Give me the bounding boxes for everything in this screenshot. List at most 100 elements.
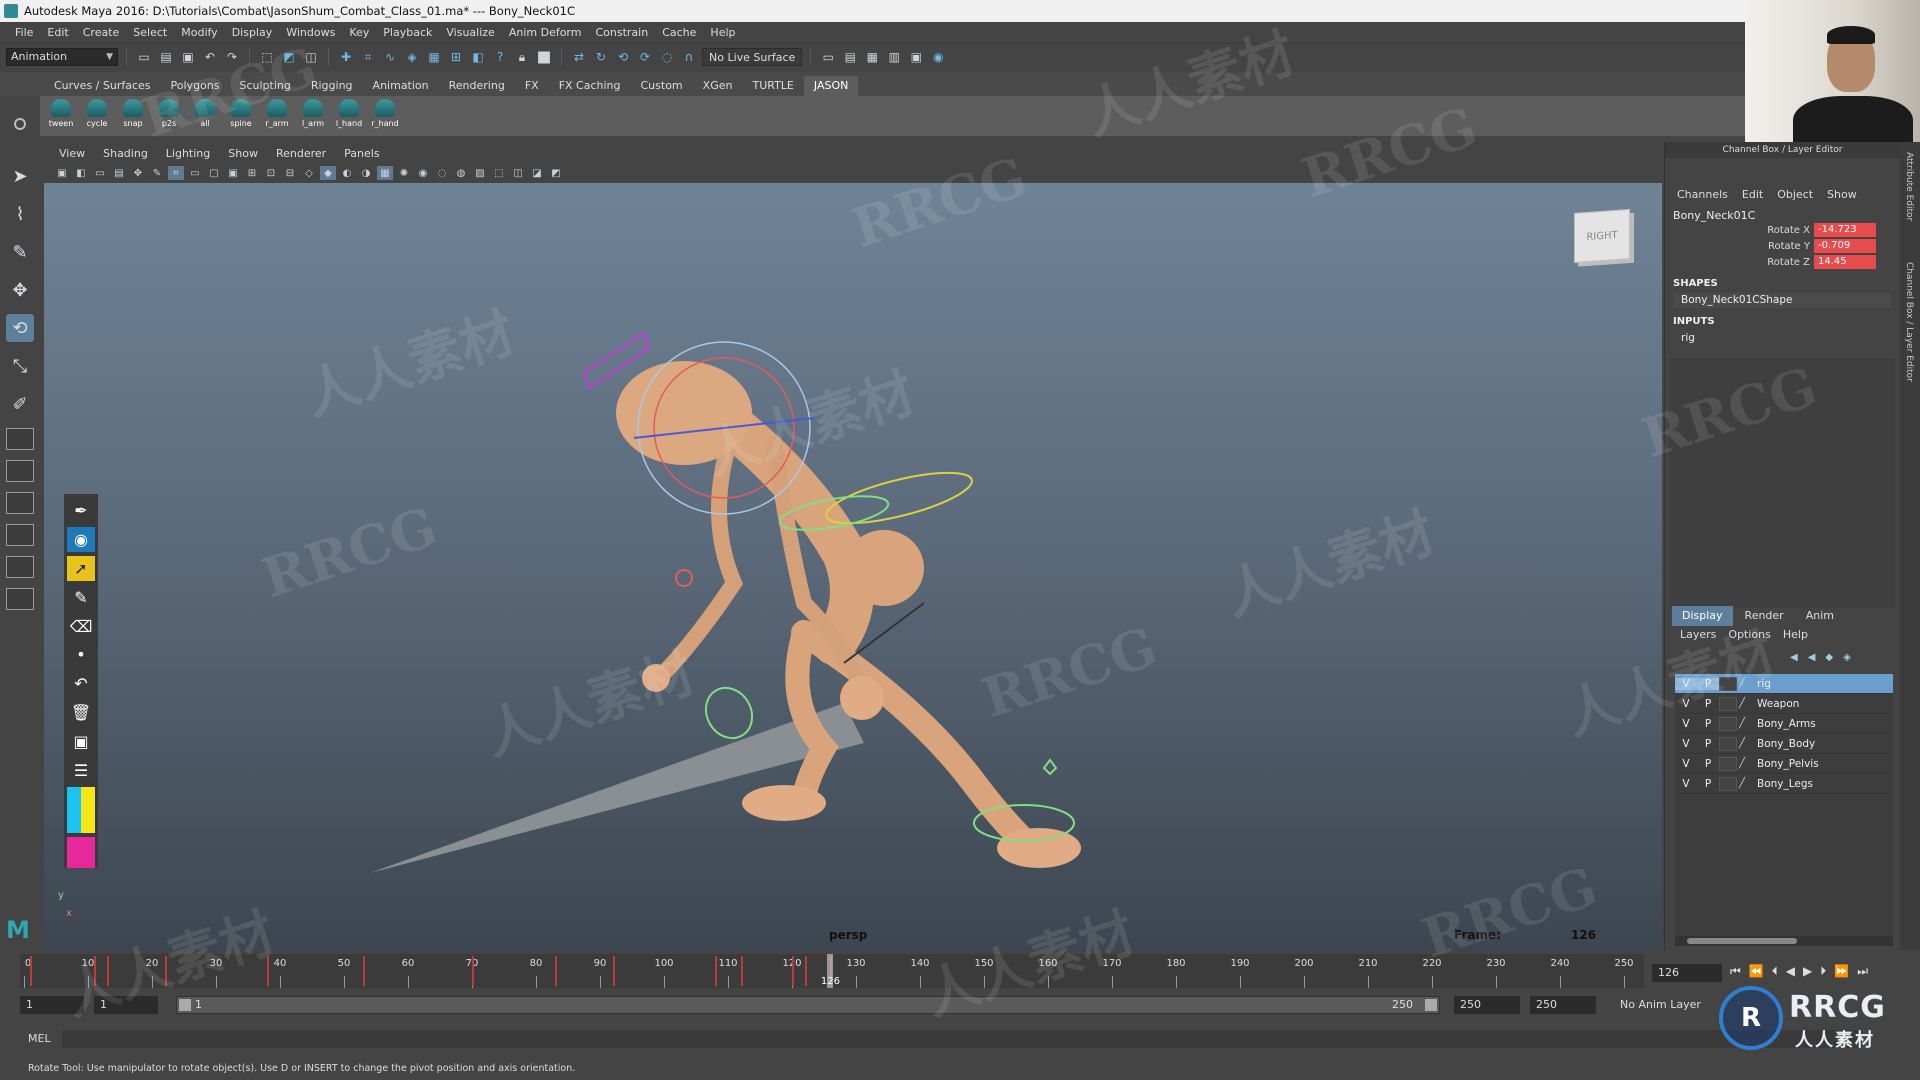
step-forward-key-icon[interactable]: ⏩ xyxy=(1834,964,1849,979)
layer-edit-icon[interactable]: ╱ xyxy=(1739,698,1753,709)
snap-point-icon[interactable]: ◈ xyxy=(403,48,421,66)
layer-editor-scrollbar[interactable] xyxy=(1675,936,1893,946)
panel-menu-shading[interactable]: Shading xyxy=(94,147,157,160)
playback-start-field[interactable]: 1 xyxy=(94,996,158,1014)
layer-visibility-toggle[interactable]: V xyxy=(1675,698,1697,710)
camera-attributes-icon[interactable]: ◧ xyxy=(73,166,89,180)
menu-anim-deform[interactable]: Anim Deform xyxy=(502,26,589,39)
help-icon[interactable]: ? xyxy=(491,48,509,66)
shelf-button-snap[interactable]: snap xyxy=(118,96,148,134)
keyframe-marker[interactable] xyxy=(164,956,167,986)
layer-color-swatch[interactable] xyxy=(1719,676,1737,691)
channel-value[interactable]: -0.709 xyxy=(1814,239,1876,253)
range-end-handle[interactable] xyxy=(1425,999,1437,1011)
panel-menu-lighting[interactable]: Lighting xyxy=(157,147,219,160)
select-component-icon[interactable]: ◫ xyxy=(302,48,320,66)
camera-snapshot-icon[interactable]: ▣ xyxy=(67,729,95,754)
color-swatch[interactable] xyxy=(67,786,95,834)
layer-playback-toggle[interactable]: P xyxy=(1697,738,1719,750)
shelf-button-l-hand[interactable]: l_hand xyxy=(334,96,364,134)
menu-select[interactable]: Select xyxy=(126,26,174,39)
menu-set-dropdown[interactable]: Animation ▼ xyxy=(6,48,118,66)
elbow-control[interactable] xyxy=(675,569,693,587)
select-hierarchy-icon[interactable]: ⬚ xyxy=(258,48,276,66)
layer-edit-icon[interactable]: ╱ xyxy=(1739,758,1753,769)
select-object-icon[interactable]: ◩ xyxy=(280,48,298,66)
magnet-icon[interactable]: ∩ xyxy=(680,48,698,66)
head[interactable] xyxy=(616,361,752,465)
shelf-tab-rendering[interactable]: Rendering xyxy=(439,76,515,96)
ambient-occlusion-icon[interactable]: ◌ xyxy=(434,166,450,180)
grid-icon[interactable]: ⌗ xyxy=(168,166,184,180)
anti-aliasing-icon[interactable]: ▨ xyxy=(472,166,488,180)
outliner-layout-icon[interactable] xyxy=(6,524,34,546)
shelf-tab-polygons[interactable]: Polygons xyxy=(161,76,230,96)
active-color-swatch[interactable] xyxy=(67,837,95,869)
grease-pencil-icon[interactable]: ✎ xyxy=(149,166,165,180)
construction-history-icon[interactable]: ⟲ xyxy=(614,48,632,66)
layer-name[interactable]: Bony_Legs xyxy=(1753,778,1813,790)
channel-row-rotate-x[interactable]: Rotate X -14.723 xyxy=(1665,222,1876,238)
keyframe-marker[interactable] xyxy=(107,956,110,986)
playback-end-field[interactable]: 250 xyxy=(1454,996,1520,1014)
layer-name[interactable]: Weapon xyxy=(1753,698,1799,710)
shelf-button-cycle[interactable]: cycle xyxy=(82,96,112,134)
panel-menu-renderer[interactable]: Renderer xyxy=(267,147,335,160)
shelf-tab-turtle[interactable]: TURTLE xyxy=(742,76,803,96)
trash-icon[interactable]: 🗑︎ xyxy=(67,700,95,725)
panel-menu-panels[interactable]: Panels xyxy=(335,147,388,160)
two-d-pan-icon[interactable]: ✥ xyxy=(130,166,146,180)
shape-node[interactable]: Bony_Neck01CShape xyxy=(1673,293,1891,308)
time-slider-track[interactable]: 0102030405060708090100110120130140150160… xyxy=(20,954,1644,988)
layer-name[interactable]: Bony_Pelvis xyxy=(1753,758,1819,770)
rotate-tool-icon[interactable]: ⟲ xyxy=(6,314,34,342)
play-backward-icon[interactable]: ◀ xyxy=(1786,964,1795,979)
layer-row[interactable]: V P ╱ Bony_Arms xyxy=(1675,714,1893,734)
channel-box-menu-object[interactable]: Object xyxy=(1777,188,1813,201)
select-tool-icon[interactable]: ➤ xyxy=(6,162,34,190)
snap-curve-icon[interactable]: ∿ xyxy=(381,48,399,66)
shelf-button-all[interactable]: all xyxy=(190,96,220,134)
layer-playback-toggle[interactable]: P xyxy=(1697,778,1719,790)
persp-graph-layout-icon[interactable] xyxy=(6,588,34,610)
layer-edit-icon[interactable]: ╱ xyxy=(1739,718,1753,729)
render-view-icon[interactable]: ▤ xyxy=(841,48,859,66)
menu-help[interactable]: Help xyxy=(703,26,742,39)
input-output-icon[interactable]: ⇄ xyxy=(570,48,588,66)
channel-row-rotate-z[interactable]: Rotate Z 14.45 xyxy=(1665,254,1876,270)
undo-icon[interactable]: ↶ xyxy=(201,48,219,66)
anim-layer-dropdown[interactable]: No Anim Layer xyxy=(1620,996,1701,1014)
shelf-tab-sculpting[interactable]: Sculpting xyxy=(229,76,300,96)
shelf-tab-fx-caching[interactable]: FX Caching xyxy=(549,76,631,96)
shelf-tab-xgen[interactable]: XGen xyxy=(693,76,743,96)
pick-mask-icon[interactable]: ✚ xyxy=(337,48,355,66)
perspective-viewport[interactable]: RIGHT y x persp Frame: 126 xyxy=(44,183,1662,950)
shelf-button-l-arm[interactable]: l_arm xyxy=(298,96,328,134)
layer-editor-tab-display[interactable]: Display xyxy=(1672,606,1733,626)
single-pane-layout-icon[interactable] xyxy=(6,428,34,450)
channel-box-menu-channels[interactable]: Channels xyxy=(1677,188,1728,201)
safe-action-icon[interactable]: ⊡ xyxy=(263,166,279,180)
scroll-thumb[interactable] xyxy=(1687,938,1797,944)
keyframe-marker[interactable] xyxy=(804,956,807,986)
image-plane-icon[interactable]: ▤ xyxy=(111,166,127,180)
channel-value[interactable]: 14.45 xyxy=(1814,255,1876,269)
pencil-icon[interactable]: ✎ xyxy=(67,585,95,610)
notes-icon[interactable]: ☰ xyxy=(67,758,95,783)
layer-name[interactable]: Bony_Body xyxy=(1753,738,1815,750)
step-back-key-icon[interactable]: ⏪ xyxy=(1749,964,1764,979)
paint-select-tool-icon[interactable]: ✎ xyxy=(6,238,34,266)
camera-select-icon[interactable]: ▣ xyxy=(54,166,70,180)
move-tool-icon[interactable]: ✥ xyxy=(6,276,34,304)
shelf-button-r-arm[interactable]: r_arm xyxy=(262,96,292,134)
layer-row[interactable]: V P ╱ Bony_Body xyxy=(1675,734,1893,754)
brush-size-icon[interactable]: • xyxy=(67,642,95,667)
shaded-wireframe-icon[interactable]: ◑ xyxy=(358,166,374,180)
shelf-tab-curves-surfaces[interactable]: Curves / Surfaces xyxy=(44,76,161,96)
lights-icon[interactable]: ✺ xyxy=(396,166,412,180)
pen-nib-icon[interactable]: ✒ xyxy=(67,498,95,523)
keyframe-marker[interactable] xyxy=(267,956,270,986)
menu-constrain[interactable]: Constrain xyxy=(588,26,655,39)
channel-box-tab[interactable]: Channel Box / Layer Editor xyxy=(1904,262,1914,382)
field-chart-icon[interactable]: ⊞ xyxy=(244,166,260,180)
